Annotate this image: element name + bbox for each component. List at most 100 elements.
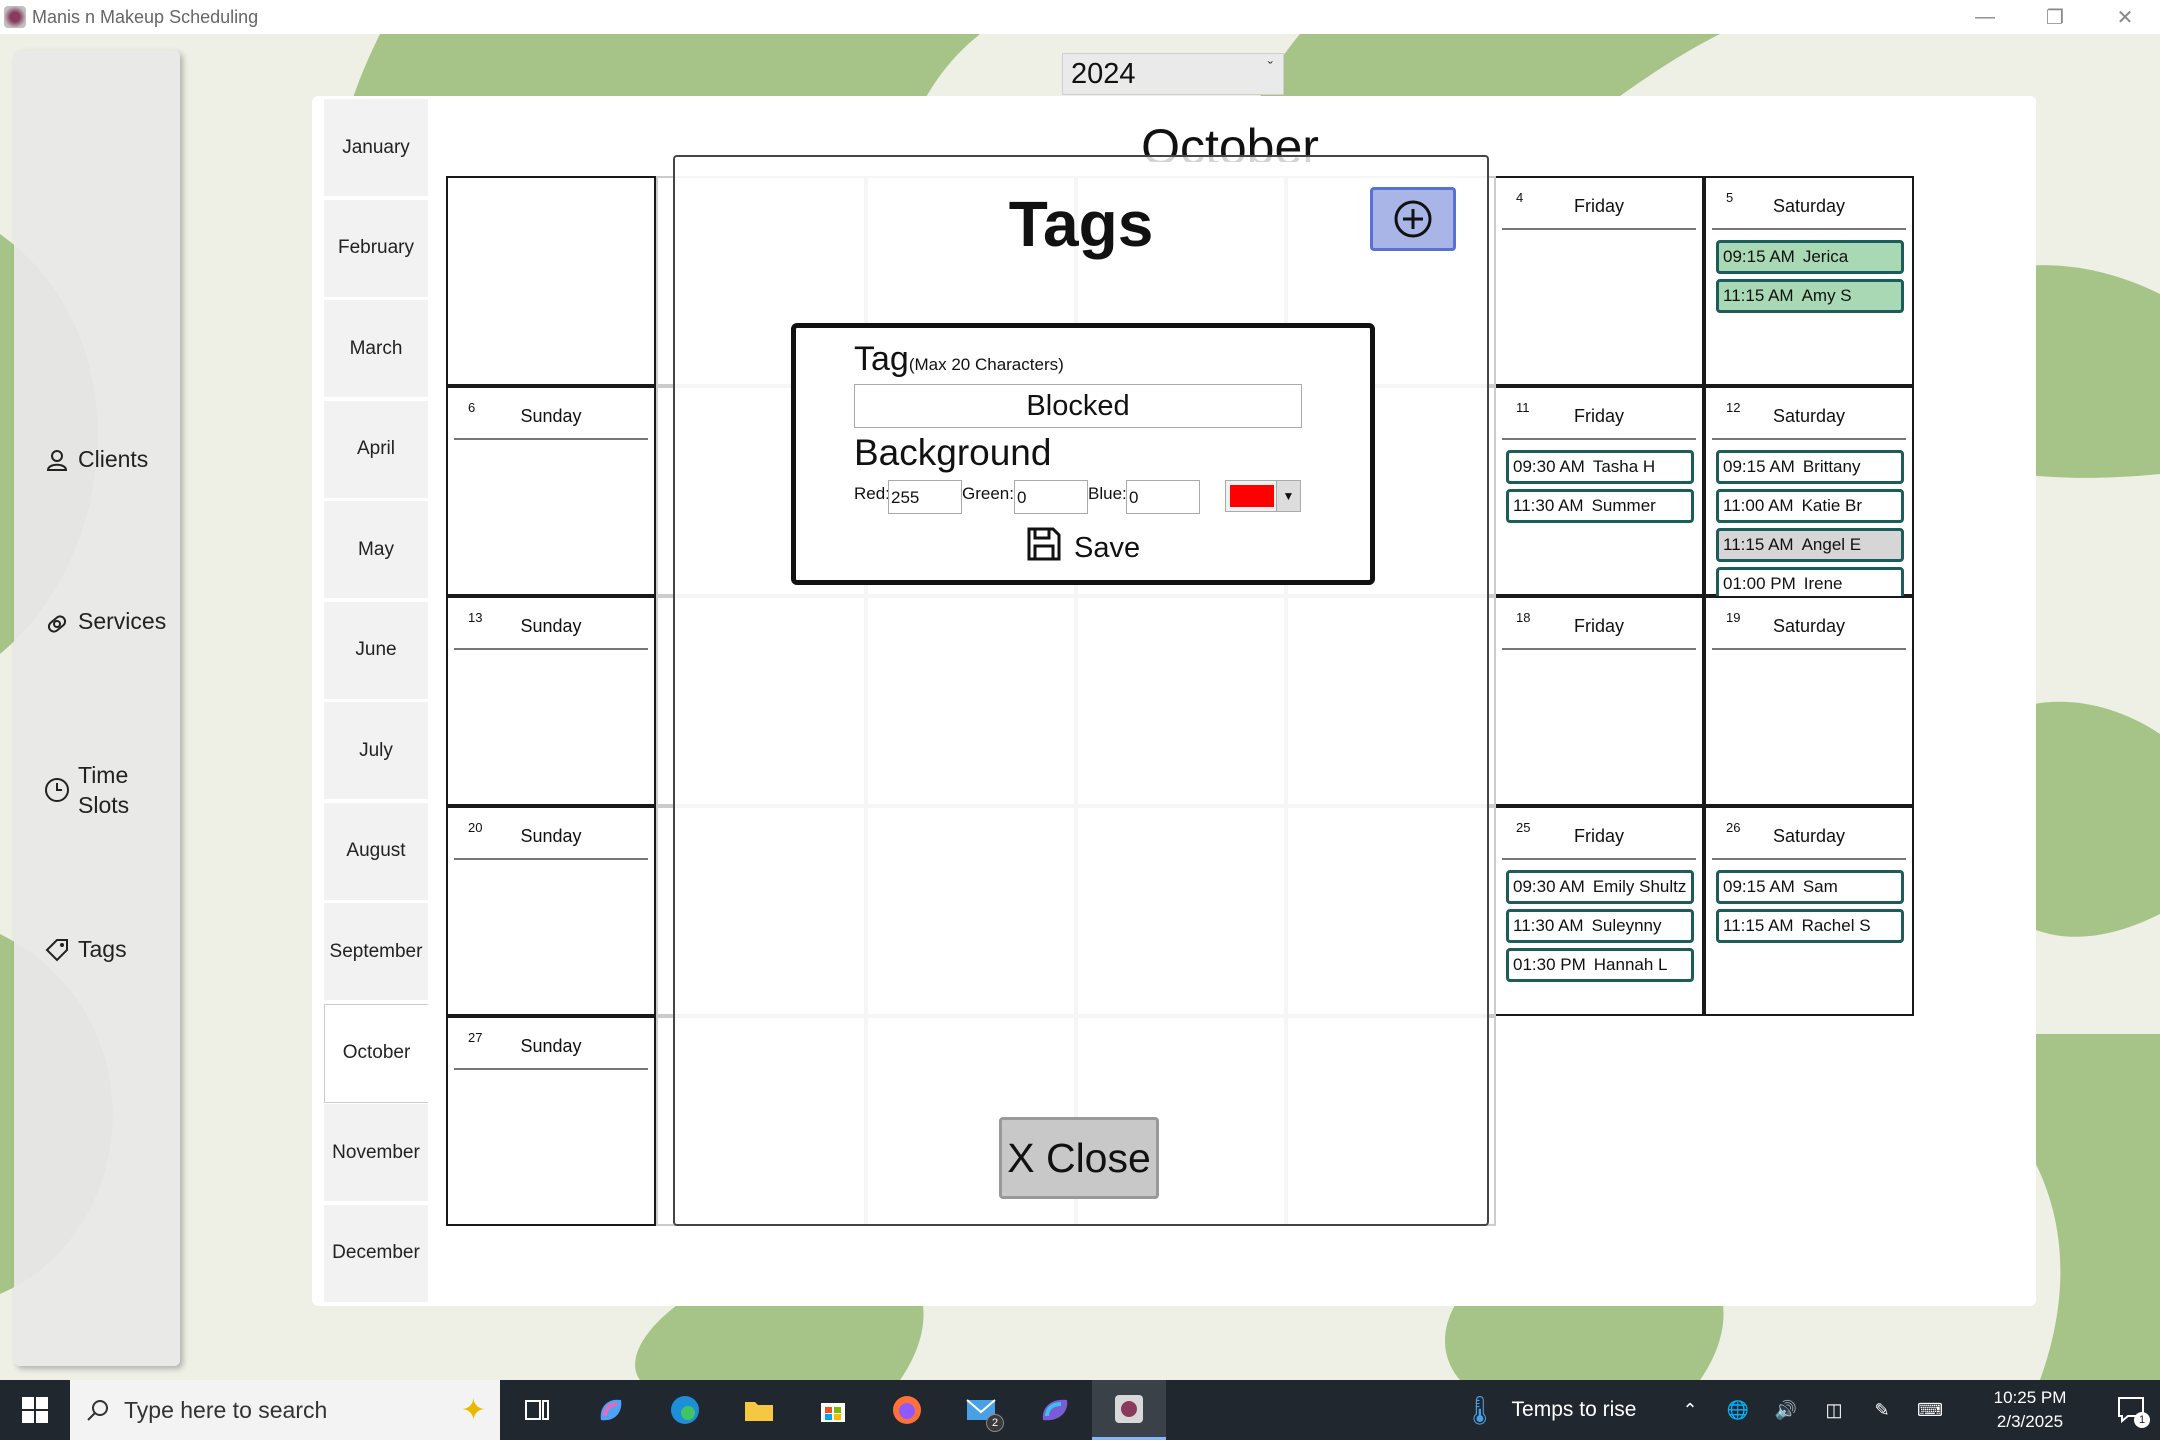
sidebar-item-label: Tags (78, 936, 127, 962)
appointment-time: 09:15 AM (1723, 247, 1795, 266)
task-view-icon[interactable] (500, 1380, 574, 1440)
day-name: Sunday (520, 406, 582, 426)
appointment-slot[interactable]: 09:30 AM Emily Shultz (1506, 870, 1694, 904)
red-label: Red: (854, 484, 890, 503)
edge-browser-icon[interactable] (648, 1380, 722, 1440)
start-button[interactable] (0, 1380, 70, 1440)
month-tab-february[interactable]: February (324, 199, 428, 299)
appointment-client: Katie Br (1801, 496, 1863, 515)
tag-hint: (Max 20 Characters) (908, 355, 1064, 374)
green-input[interactable]: 0 (1014, 480, 1088, 514)
day-divider (1712, 228, 1906, 230)
taskbar-search[interactable]: Type here to search ✦ (70, 1380, 500, 1440)
pen-icon[interactable]: ✎ (1858, 1400, 1906, 1421)
taskbar-clock[interactable]: 10:25 PM 2/3/2025 (1970, 1386, 2090, 1434)
month-tab-november[interactable]: November (324, 1104, 428, 1203)
weather-widget[interactable]: 🌡 Temps to rise (1462, 1380, 1636, 1440)
month-tab-august[interactable]: August (324, 802, 428, 902)
appointment-slot[interactable]: 11:30 AM Summer (1506, 489, 1694, 523)
notifications-icon[interactable]: 1 (2116, 1394, 2150, 1428)
app-logo-icon (4, 6, 26, 28)
day-name: Friday (1573, 616, 1624, 636)
search-icon (87, 1400, 108, 1421)
month-tab-december[interactable]: December (324, 1204, 428, 1304)
month-tab-march[interactable]: March (324, 300, 428, 399)
calendar-cell-empty (446, 176, 656, 386)
close-window-icon[interactable]: ✕ (2090, 0, 2160, 34)
year-select[interactable]: 2024 ˇ (1062, 53, 1284, 95)
clock-time: 10:25 PM (1993, 1388, 2067, 1407)
month-tab-june[interactable]: June (324, 601, 428, 701)
window-controls: — ❐ ✕ (1950, 0, 2160, 34)
save-button[interactable]: Save (1026, 526, 1140, 570)
day-name: Saturday (1772, 826, 1846, 846)
appointment-slot[interactable]: 11:00 AM Katie Br (1716, 489, 1904, 523)
blue-input[interactable]: 0 (1126, 480, 1200, 514)
day-divider (1502, 648, 1696, 650)
close-dialog-button[interactable]: X Close (999, 1117, 1159, 1199)
sidebar-item-clients[interactable]: Clients (14, 446, 180, 473)
day-divider (454, 1068, 648, 1070)
appointment-slot[interactable]: 09:30 AM Tasha H (1506, 450, 1694, 484)
tag-name-input[interactable]: Blocked (854, 384, 1302, 428)
mail-icon[interactable]: 2 (944, 1380, 1018, 1440)
appointment-slot[interactable]: 01:30 PM Hannah L (1506, 948, 1694, 982)
sidebar-item-label: Services (78, 608, 167, 634)
sidebar-item-tags[interactable]: Tags (14, 936, 180, 963)
minimize-icon[interactable]: — (1950, 0, 2020, 34)
month-tab-july[interactable]: July (324, 702, 428, 801)
copilot-icon[interactable] (574, 1380, 648, 1440)
calendar-day-cell: 11 Friday 09:30 AM Tasha H 11:30 AM Summer (1494, 386, 1704, 596)
day-name: Saturday (1772, 616, 1846, 636)
day-divider (1502, 438, 1696, 440)
month-tab-october[interactable]: October (324, 1003, 428, 1103)
keyboard-icon[interactable]: ⌨ (1906, 1400, 1954, 1421)
battery-icon[interactable]: ◫ (1810, 1400, 1858, 1421)
day-name: Friday (1573, 826, 1624, 846)
month-tab-september[interactable]: September (324, 903, 428, 1002)
red-input[interactable]: 255 (888, 480, 962, 514)
sidebar-item-time-slots[interactable]: Time Slots (14, 760, 180, 820)
add-tag-button[interactable] (1370, 187, 1456, 251)
file-explorer-icon[interactable] (722, 1380, 796, 1440)
m365-icon[interactable] (1018, 1380, 1092, 1440)
appointment-client: Irene (1803, 574, 1843, 593)
taskbar: Type here to search ✦ 2 🌡 Temps to rise … (0, 1380, 2160, 1440)
appointment-slot[interactable]: 09:15 AM Jerica (1716, 240, 1904, 274)
appointment-slot[interactable]: 11:15 AM Angel E (1716, 528, 1904, 562)
appointment-time: 09:30 AM (1513, 457, 1585, 476)
color-swatch (1230, 485, 1274, 507)
appointment-time: 09:30 AM (1513, 877, 1585, 896)
appointment-client: Tasha H (1592, 457, 1656, 476)
color-picker[interactable]: ▼ (1225, 480, 1301, 512)
calendar-day-cell: 4 Friday (1494, 176, 1704, 386)
firefox-icon[interactable] (870, 1380, 944, 1440)
globe-icon[interactable]: 🌐 (1714, 1400, 1762, 1421)
month-tab-may[interactable]: May (324, 501, 428, 600)
appointment-time: 09:15 AM (1723, 877, 1795, 896)
clock-icon (44, 777, 70, 803)
appointment-slot[interactable]: 09:15 AM Brittany (1716, 450, 1904, 484)
speaker-icon[interactable]: 🔊 (1762, 1400, 1810, 1421)
chevron-down-icon: ▼ (1276, 481, 1300, 511)
scheduling-app-icon[interactable] (1092, 1380, 1166, 1440)
sidebar-item-label: Clients (78, 446, 149, 472)
month-tab-january[interactable]: January (324, 99, 428, 198)
appointment-slot[interactable]: 11:15 AM Amy S (1716, 279, 1904, 313)
restore-icon[interactable]: ❐ (2020, 0, 2090, 34)
chevron-up-icon[interactable]: ⌃ (1666, 1400, 1714, 1421)
appointment-slot[interactable]: 11:30 AM Suleynny (1506, 909, 1694, 943)
appointment-slot[interactable]: 09:15 AM Sam (1716, 870, 1904, 904)
mail-badge: 2 (986, 1414, 1004, 1432)
calendar-day-cell: 12 Saturday 09:15 AM Brittany 11:00 AM Katie … (1704, 386, 1914, 601)
chevron-down-icon: ˇ (1267, 60, 1273, 77)
tag-edit-form: Tag(Max 20 Characters) Blocked Backgroun… (791, 323, 1375, 585)
store-icon[interactable] (796, 1380, 870, 1440)
notification-count: 1 (2134, 1412, 2150, 1428)
appointment-slot[interactable]: 11:15 AM Rachel S (1716, 909, 1904, 943)
weather-text: Temps to rise (1511, 1398, 1637, 1421)
dialog-title: Tags (1008, 188, 1154, 260)
appointment-client: Brittany (1802, 457, 1861, 476)
month-tab-april[interactable]: April (324, 400, 428, 500)
sidebar-item-services[interactable]: Services (14, 608, 180, 635)
